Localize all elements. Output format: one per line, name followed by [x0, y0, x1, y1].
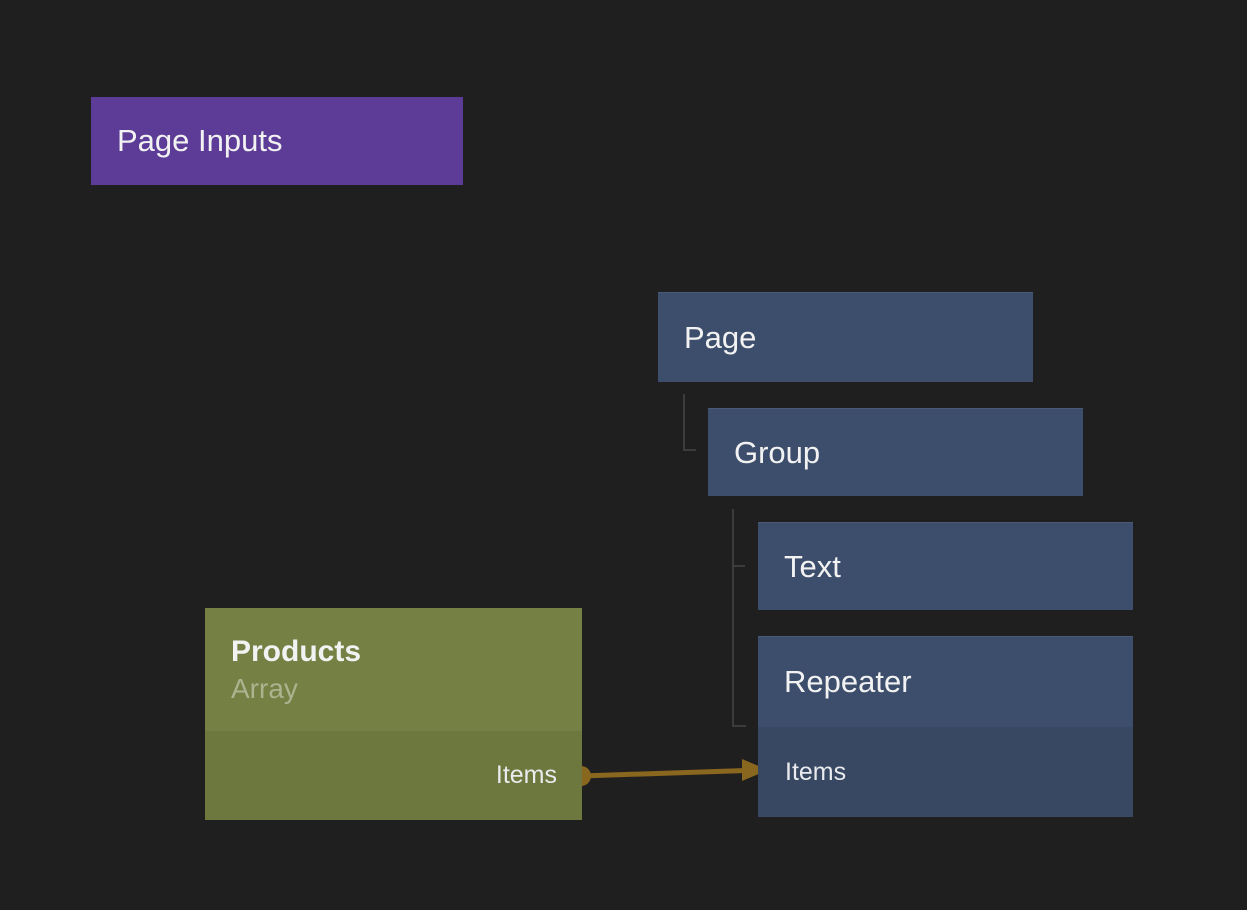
group-label: Group: [708, 435, 820, 471]
tree-connector-page-to-group: [684, 394, 696, 450]
repeater-items-input-port-label[interactable]: Items: [758, 758, 846, 787]
repeater-label: Repeater: [758, 664, 912, 700]
products-type-label: Array: [231, 671, 582, 706]
products-ports-row: Items: [205, 731, 582, 820]
node-group[interactable]: Group: [708, 408, 1083, 496]
node-products[interactable]: Products Array Items: [205, 608, 582, 820]
products-header[interactable]: Products Array: [205, 608, 582, 731]
tree-connector-group-to-repeater: [733, 509, 746, 726]
text-label: Text: [758, 549, 841, 585]
page-inputs-label: Page Inputs: [91, 123, 282, 159]
node-page[interactable]: Page: [658, 292, 1033, 382]
node-graph-canvas[interactable]: Page Inputs Page Group Text Repeater Ite…: [0, 0, 1247, 910]
repeater-header[interactable]: Repeater: [758, 636, 1133, 727]
node-text[interactable]: Text: [758, 522, 1133, 610]
node-page-inputs[interactable]: Page Inputs: [91, 97, 463, 185]
products-label: Products: [231, 633, 582, 671]
connection-wire-items[interactable]: [581, 771, 746, 777]
products-items-output-port-label[interactable]: Items: [496, 761, 557, 790]
node-repeater[interactable]: Repeater Items: [758, 636, 1133, 817]
repeater-ports-row: Items: [758, 727, 1133, 817]
page-label: Page: [658, 320, 756, 356]
